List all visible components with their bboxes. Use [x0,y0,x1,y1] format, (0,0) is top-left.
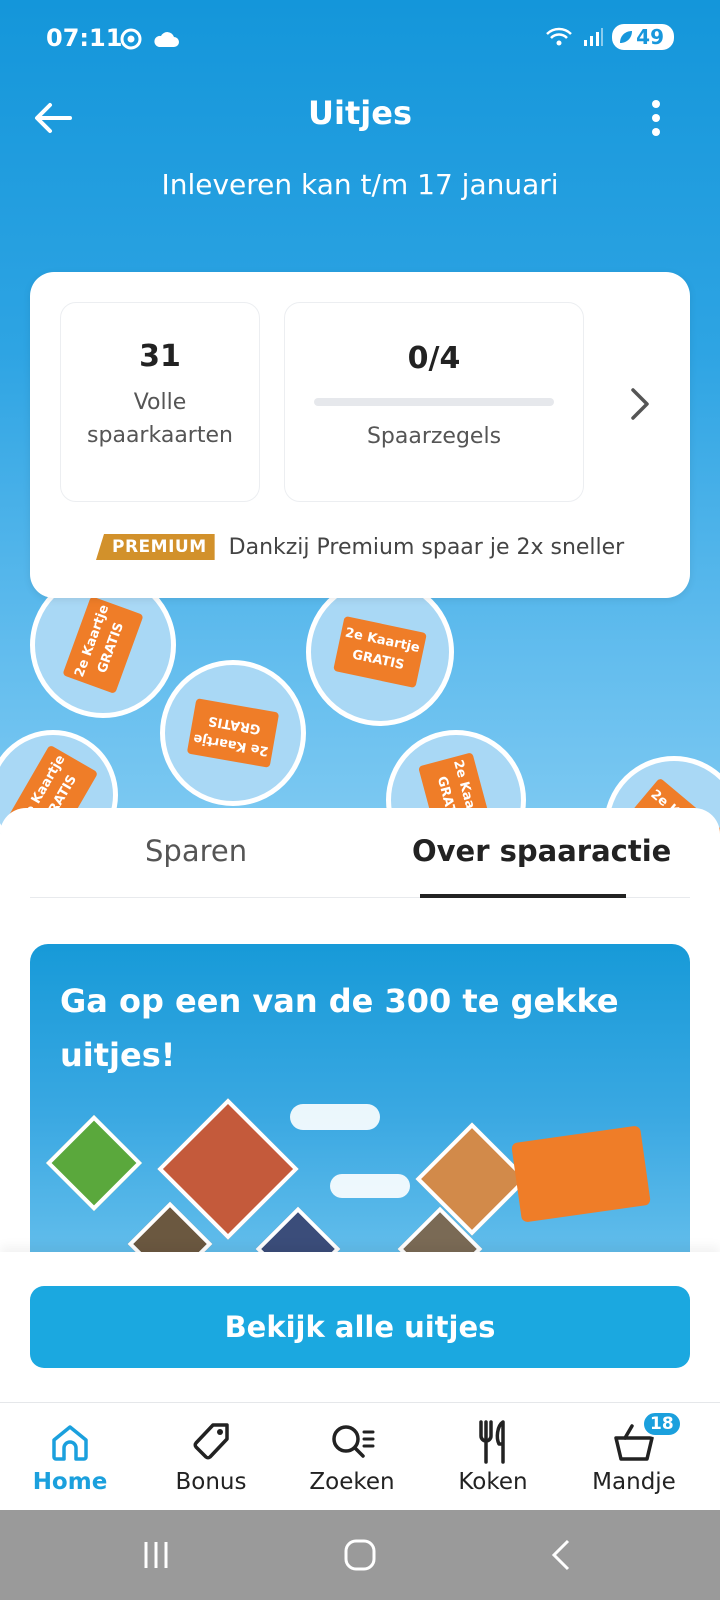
cloud-icon [154,32,179,47]
chrome-icon [120,28,142,50]
cloud-decoration [290,1104,380,1130]
nav-bonus-label: Bonus [175,1469,247,1495]
free-ticket-graphic [511,1125,651,1223]
nav-zoeken-label: Zoeken [309,1469,395,1495]
nav-home-label: Home [32,1469,108,1495]
savings-summary-card: 31 Volle spaarkaarten 0/4 Spaarzegels PR… [30,272,690,598]
page-title: Uitjes [308,94,412,132]
full-cards-label-line2: spaarkaarten [87,423,233,448]
wifi-icon [546,27,573,46]
active-tab-indicator [420,894,626,898]
full-cards-label: Volle spaarkaarten [61,386,259,452]
nav-mandje[interactable]: 18 Mandje [564,1411,704,1495]
back-system-icon[interactable] [532,1532,592,1578]
battery-indicator: 49 [612,24,674,50]
status-time: 07:11 [46,24,123,52]
stamps-tile: 0/4 Spaarzegels [284,302,584,502]
tag-icon [193,1423,229,1460]
bottom-navigation: Home Bonus Zoeken Koken 18 Mandje [0,1402,720,1510]
more-options-icon[interactable] [646,98,666,138]
nav-koken-label: Koken [458,1469,528,1495]
nav-koken[interactable]: Koken [423,1417,563,1495]
stamp-decoration: 2e KaartjeGRATIS [306,578,454,726]
full-cards-count: 31 [139,339,181,374]
premium-text: Dankzij Premium spaar je 2x sneller [228,534,625,560]
signal-icon [584,28,604,46]
search-list-icon [332,1425,375,1458]
deadline-subtitle: Inleveren kan t/m 17 januari [161,168,559,201]
stamps-count: 0/4 [407,341,461,376]
system-navigation-bar [0,1510,720,1600]
status-right: 49 [544,24,674,50]
cloud-decoration [330,1174,410,1198]
status-icons [120,28,180,50]
nav-home[interactable]: Home [0,1417,140,1495]
cta-area: Bekijk alle uitjes [0,1252,720,1402]
home-icon [52,1425,88,1461]
promo-title: Ga op een van de 300 te gekke uitjes! [60,982,619,1074]
battery-level: 49 [636,25,664,49]
premium-info: PREMIUM Dankzij Premium spaar je 2x snel… [96,534,624,560]
attraction-tile [255,1206,341,1254]
tab-over-spaaractie[interactable]: Over spaaractie [412,834,671,868]
stamps-progress-bar [314,398,554,406]
tab-sparen[interactable]: Sparen [145,834,247,868]
cutlery-icon [479,1420,505,1464]
full-cards-label-line1: Volle [133,390,187,415]
recent-apps-icon[interactable] [126,1532,186,1578]
full-cards-tile: 31 Volle spaarkaarten [60,302,260,502]
stamps-label: Spaarzegels [366,424,502,449]
status-bar: 07:11 49 [46,22,674,58]
nav-zoeken[interactable]: Zoeken [282,1417,422,1495]
promo-banner: Ga op een van de 300 te gekke uitjes! [30,944,690,1254]
premium-badge: PREMIUM [96,534,215,560]
view-all-outings-button[interactable]: Bekijk alle uitjes [30,1286,690,1368]
stamp-decoration: 2e KaartjeGRATIS [160,660,306,806]
chevron-right-icon[interactable] [624,384,654,424]
home-system-icon[interactable] [330,1532,390,1578]
nav-bonus[interactable]: Bonus [141,1417,281,1495]
attraction-tile [45,1114,143,1212]
tab-bar: Sparen Over spaaractie [30,808,690,898]
basket-count-badge: 18 [642,1411,682,1437]
nav-mandje-label: Mandje [592,1469,676,1495]
leaf-icon [620,31,633,43]
